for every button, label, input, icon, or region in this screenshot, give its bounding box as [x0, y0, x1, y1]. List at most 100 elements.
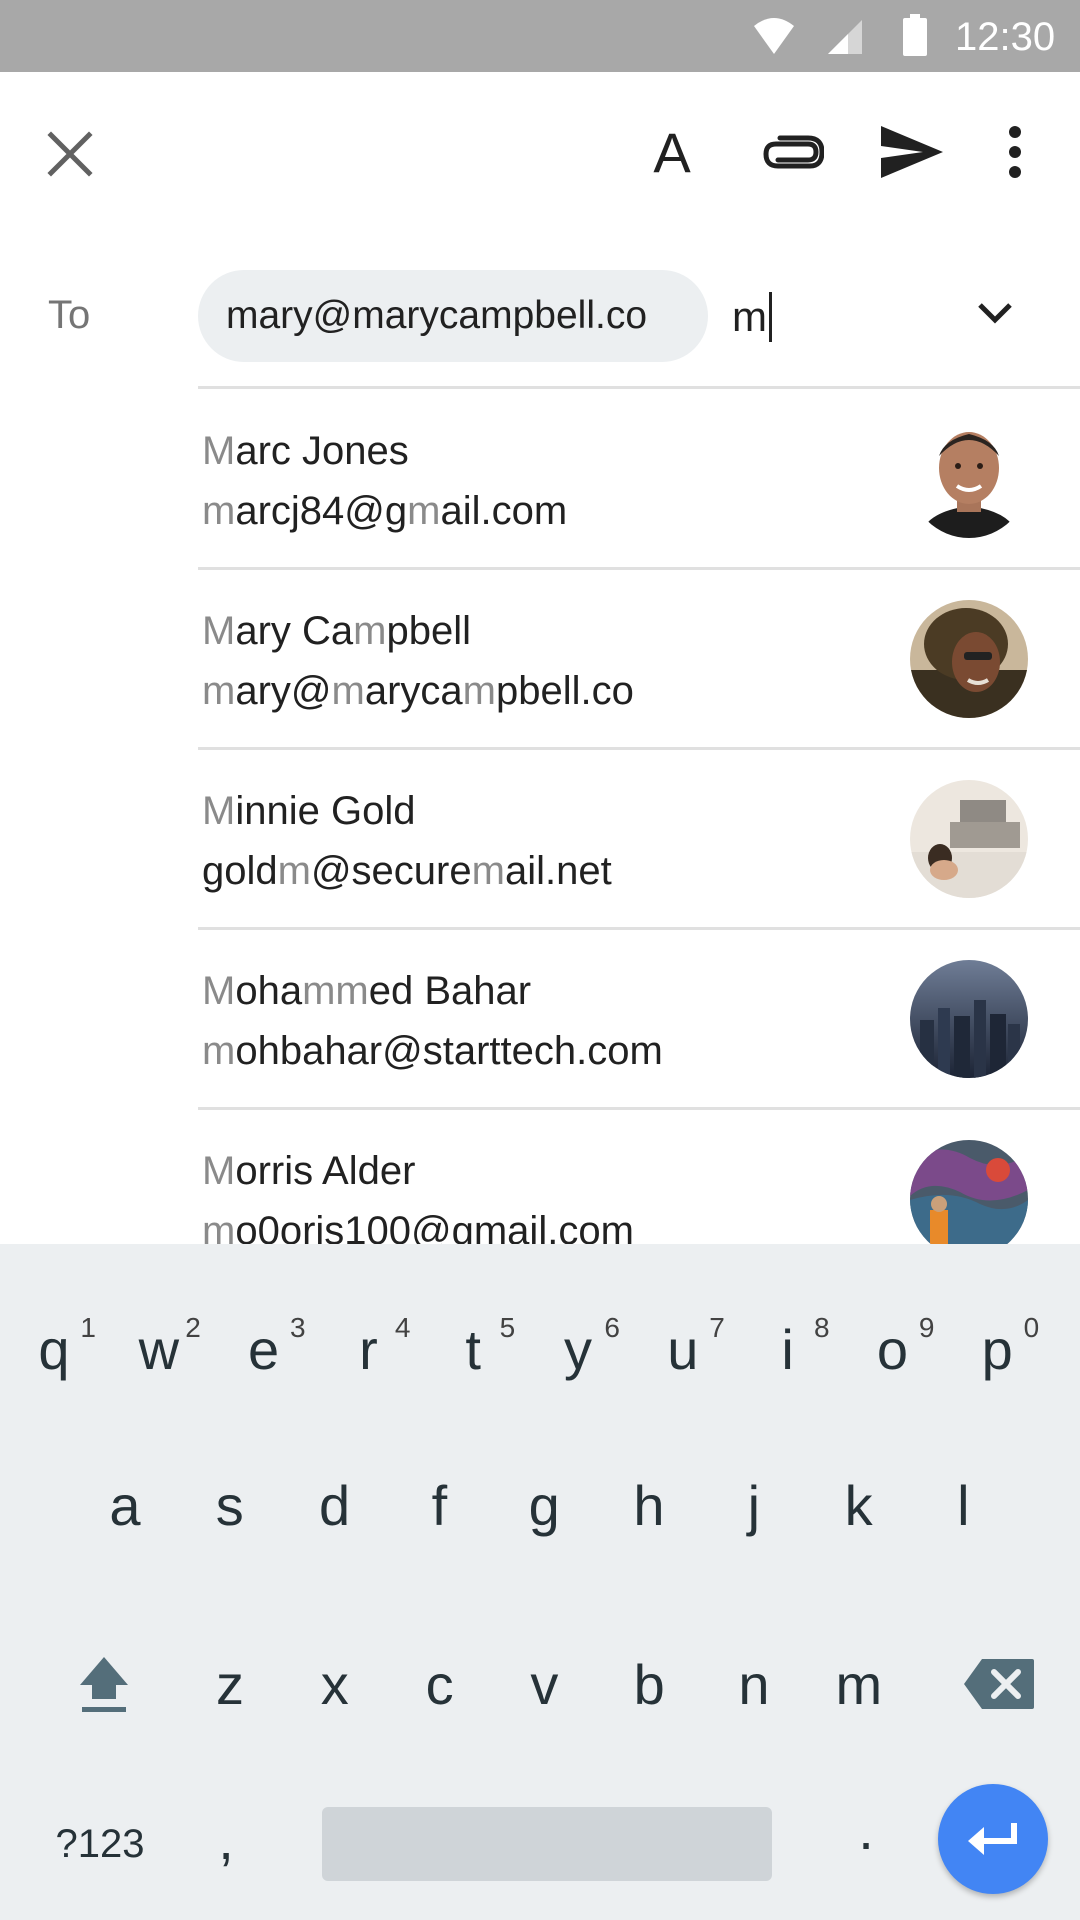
- avatar: [910, 960, 1028, 1078]
- key-u[interactable]: u7: [631, 1294, 735, 1404]
- key-label: h: [633, 1473, 665, 1537]
- key-hint: 3: [290, 1312, 306, 1343]
- chevron-down-icon: [978, 303, 1012, 324]
- key-p[interactable]: p0: [945, 1294, 1049, 1404]
- key-hint: 0: [1023, 1312, 1040, 1343]
- key-hint: 9: [918, 1312, 935, 1343]
- contact-email: mo0oris100@gmail.com: [202, 1209, 634, 1244]
- recipient-chip[interactable]: mary@marycampbell.co: [198, 270, 708, 362]
- key-s[interactable]: s: [178, 1450, 282, 1560]
- shift-icon: [80, 1657, 128, 1712]
- key-r[interactable]: r4: [316, 1294, 420, 1404]
- key-label: a: [109, 1473, 141, 1537]
- key-q[interactable]: q1: [2, 1294, 106, 1404]
- key-l[interactable]: l: [911, 1450, 1015, 1560]
- status-bar: 12:30: [0, 0, 1080, 72]
- comma-key-label: ,: [218, 1807, 234, 1871]
- key-d[interactable]: d: [283, 1450, 387, 1560]
- symbols-key-label: ?123: [55, 1821, 145, 1866]
- key-k[interactable]: k: [807, 1450, 911, 1560]
- key-z[interactable]: z: [178, 1629, 282, 1739]
- paperclip-icon: [763, 135, 824, 169]
- text-cursor: [769, 292, 772, 342]
- backspace-icon: [964, 1659, 1034, 1709]
- key-hint: 4: [394, 1312, 411, 1343]
- enter-key[interactable]: [938, 1784, 1048, 1894]
- send-button[interactable]: [872, 112, 952, 192]
- contact-name: Mohammed Bahar: [202, 969, 532, 1013]
- avatar: [910, 780, 1028, 898]
- key-label: b: [633, 1652, 665, 1716]
- key-m[interactable]: m: [807, 1629, 911, 1739]
- key-y[interactable]: y6: [526, 1294, 630, 1404]
- key-hint: 6: [604, 1312, 620, 1343]
- attach-button[interactable]: [752, 112, 832, 192]
- symbols-key[interactable]: ?123: [40, 1799, 160, 1889]
- key-t[interactable]: t5: [421, 1294, 525, 1404]
- to-label: To: [48, 293, 91, 337]
- contact-suggestions: Marc Jones marcj84@gmail.com Mary Campbe…: [0, 390, 1080, 1244]
- key-f[interactable]: f: [387, 1450, 491, 1560]
- key-label: r: [359, 1317, 378, 1381]
- to-input[interactable]: m: [732, 282, 932, 352]
- more-options-button[interactable]: [975, 112, 1055, 192]
- key-label: z: [216, 1652, 244, 1716]
- enter-icon: [968, 1823, 1017, 1855]
- key-b[interactable]: b: [597, 1629, 701, 1739]
- key-label: m: [835, 1652, 883, 1716]
- key-label: l: [957, 1473, 970, 1537]
- format-text-button[interactable]: A: [632, 112, 712, 192]
- space-key[interactable]: [322, 1807, 772, 1881]
- key-g[interactable]: g: [492, 1450, 596, 1560]
- contact-name: Minnie Gold: [202, 789, 416, 833]
- key-label: d: [319, 1473, 351, 1537]
- suggestion-item[interactable]: Minnie Gold goldm@securemail.net: [0, 750, 1080, 930]
- soft-keyboard: q1w2e3r4t5y6u7i8o9p0 asdfghjkl zxcvbnm ?…: [0, 1244, 1080, 1920]
- contact-email: marcj84@gmail.com: [202, 489, 568, 533]
- key-c[interactable]: c: [388, 1629, 492, 1739]
- key-hint: 1: [80, 1312, 96, 1343]
- format-text-icon: A: [653, 120, 691, 184]
- key-label: y: [564, 1317, 592, 1381]
- key-label: e: [248, 1317, 280, 1381]
- period-key[interactable]: .: [836, 1784, 896, 1874]
- contact-name: Morris Alder: [202, 1149, 416, 1193]
- comma-key[interactable]: ,: [196, 1794, 256, 1884]
- battery-icon: [903, 14, 927, 56]
- suggestion-item[interactable]: Morris Alder mo0oris100@gmail.com: [0, 1110, 1080, 1244]
- key-label: k: [844, 1473, 873, 1537]
- key-j[interactable]: j: [702, 1450, 806, 1560]
- close-button[interactable]: [30, 114, 110, 194]
- key-v[interactable]: v: [492, 1629, 596, 1739]
- suggestion-item[interactable]: Marc Jones marcj84@gmail.com: [0, 390, 1080, 570]
- suggestion-item[interactable]: Mohammed Bahar mohbahar@starttech.com: [0, 930, 1080, 1110]
- key-hint: 7: [709, 1312, 725, 1343]
- key-n[interactable]: n: [702, 1629, 806, 1739]
- contact-name: Mary Campbell: [202, 609, 471, 653]
- key-e[interactable]: e3: [212, 1294, 316, 1404]
- key-label: q: [38, 1317, 70, 1381]
- divider: [198, 386, 1080, 389]
- key-hint: 2: [185, 1312, 201, 1343]
- wifi-icon: [754, 18, 794, 54]
- suggestion-item[interactable]: Mary Campbell mary@marycampbell.co: [0, 570, 1080, 750]
- key-label: u: [667, 1317, 699, 1381]
- key-o[interactable]: o9: [840, 1294, 944, 1404]
- key-label: j: [747, 1473, 761, 1537]
- recipient-chip-text: mary@marycampbell.co: [226, 294, 648, 337]
- key-h[interactable]: h: [597, 1450, 701, 1560]
- cell-signal-icon: [828, 20, 862, 54]
- key-w[interactable]: w2: [107, 1294, 211, 1404]
- contact-email: mary@marycampbell.co: [202, 669, 634, 713]
- key-a[interactable]: a: [73, 1450, 177, 1560]
- shift-key[interactable]: [52, 1634, 156, 1734]
- key-i[interactable]: i8: [736, 1294, 840, 1404]
- send-icon: [881, 126, 943, 178]
- key-x[interactable]: x: [283, 1629, 387, 1739]
- avatar: [910, 420, 1028, 538]
- compose-toolbar: A: [0, 72, 1080, 242]
- key-label: v: [530, 1652, 559, 1716]
- expand-recipients-button[interactable]: [960, 278, 1030, 348]
- backspace-key[interactable]: [944, 1634, 1054, 1734]
- contact-email: goldm@securemail.net: [202, 849, 612, 893]
